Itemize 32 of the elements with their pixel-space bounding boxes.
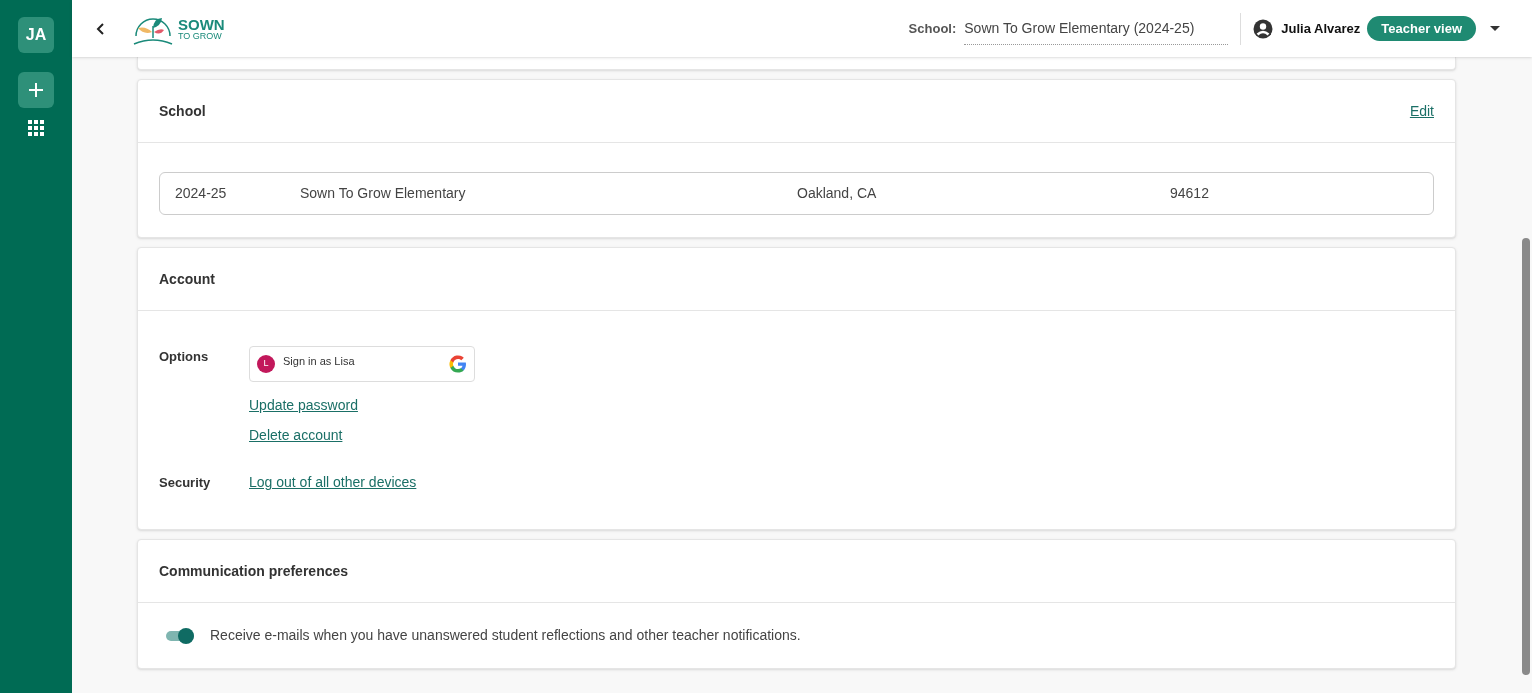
- user-avatar: L: [257, 355, 275, 373]
- add-button[interactable]: [18, 72, 54, 108]
- google-sign-in-button[interactable]: L Sign in as Lisa: [249, 346, 475, 382]
- logo-text: SOWN: [178, 16, 225, 32]
- user-avatar[interactable]: JA: [18, 17, 54, 53]
- dropdown-caret-icon[interactable]: [1490, 25, 1500, 32]
- field-label: Options: [159, 348, 210, 366]
- school-label: School:: [908, 19, 957, 38]
- table-cell-text: 94612: [1170, 184, 1209, 203]
- section-title: Account: [159, 269, 215, 289]
- email-toggle[interactable]: [166, 627, 194, 644]
- field-label: Security: [159, 474, 212, 492]
- role-badge: Teacher view: [1367, 15, 1476, 42]
- user-name: Julia Alvarez: [1281, 19, 1361, 38]
- user-account-icon: [1253, 18, 1274, 39]
- edit-link[interactable]: Edit: [1409, 100, 1434, 122]
- logo-subtext: TO GROW: [178, 31, 223, 41]
- table-cell-text: Sown To Grow Elementary: [300, 184, 467, 203]
- sign-in-text: Sign in as Lisa: [283, 354, 356, 369]
- table-cell-text: Oakland, CA: [797, 184, 878, 203]
- apps-grid-icon[interactable]: [28, 120, 44, 136]
- school-selector[interactable]: Sown To Grow Elementary (2024-25): [964, 12, 1229, 45]
- google-logo-icon: [449, 355, 467, 373]
- section-title: Communication preferences: [159, 561, 349, 581]
- plus-icon: [28, 82, 44, 98]
- table-cell-text: 2024-25: [175, 184, 228, 203]
- account-link[interactable]: Log out of all other devices: [249, 472, 417, 493]
- section-title: School: [159, 101, 206, 121]
- scrollbar[interactable]: [1522, 238, 1530, 675]
- account-link[interactable]: Delete account: [249, 425, 343, 446]
- account-link[interactable]: Update password: [249, 395, 358, 416]
- preference-text: Receive e-mails when you have unanswered student reflections and other teacher notifications.: [210, 626, 801, 645]
